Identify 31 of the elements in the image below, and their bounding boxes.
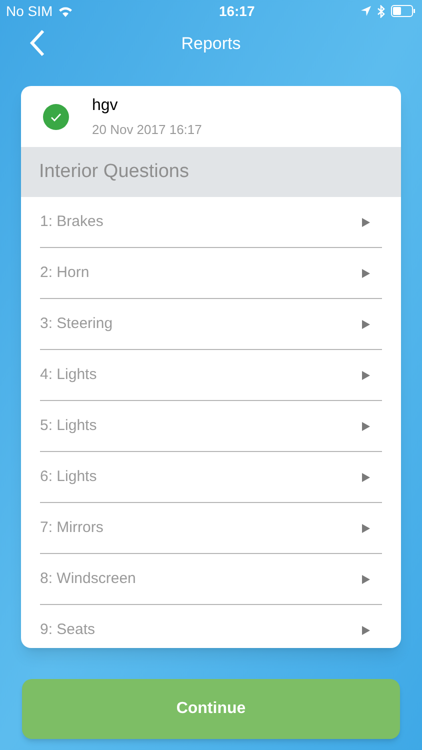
screen-title: Reports <box>181 33 241 56</box>
location-arrow-icon <box>361 6 371 16</box>
play-arrow-icon <box>362 268 370 278</box>
question-row[interactable]: 6: Lights <box>40 452 382 503</box>
play-arrow-icon <box>362 524 370 532</box>
wifi-icon <box>58 6 73 16</box>
bluetooth-icon <box>377 4 385 18</box>
question-row[interactable]: 7: Mirrors <box>40 503 382 554</box>
carrier-text: No SIM <box>6 2 53 20</box>
play-arrow-icon <box>362 422 370 430</box>
check-circle-icon <box>43 104 69 130</box>
section-title: Interior Questions <box>39 160 189 184</box>
play-arrow-icon <box>362 218 370 226</box>
question-row[interactable]: 3: Steering <box>40 299 382 350</box>
report-date: 20 Nov 2017 16:17 <box>92 120 202 139</box>
question-row[interactable]: 2: Horn <box>40 248 382 299</box>
play-arrow-icon <box>362 574 370 584</box>
battery-icon <box>391 5 416 17</box>
question-row[interactable]: 9: Seats <box>40 605 382 648</box>
clock-text: 16:17 <box>218 2 255 20</box>
play-arrow-icon <box>362 370 370 380</box>
question-row[interactable]: 5: Lights <box>40 401 382 452</box>
continue-button[interactable]: Continue <box>22 679 400 739</box>
play-arrow-icon <box>362 320 370 328</box>
question-row[interactable]: 4: Lights <box>40 350 382 401</box>
back-chevron-icon <box>29 29 45 57</box>
play-arrow-icon <box>362 626 370 635</box>
question-row[interactable]: 1: Brakes <box>40 197 382 248</box>
question-row[interactable]: 8: Windscreen <box>40 554 382 605</box>
play-arrow-icon <box>362 472 370 482</box>
report-name: hgv <box>92 96 119 116</box>
